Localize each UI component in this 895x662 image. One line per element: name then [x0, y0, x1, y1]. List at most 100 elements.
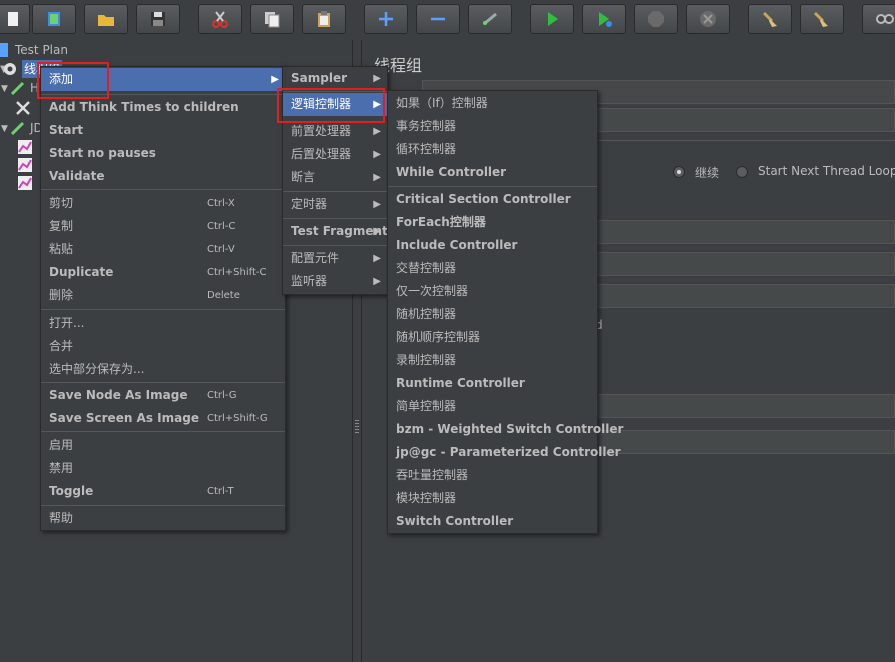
menu-item-validate[interactable]: Validate — [41, 165, 285, 188]
menu-item-start-no-pauses[interactable]: Start no pauses — [41, 142, 285, 165]
start-no-pauses-button[interactable] — [582, 4, 626, 34]
menu-separator — [283, 191, 387, 192]
clear-all-icon — [813, 11, 828, 27]
menu-item-merge[interactable]: 合并 — [41, 335, 285, 358]
tree-expand-arrow-icon[interactable]: ▼ — [1, 124, 8, 134]
menu-item-save-node-image[interactable]: Save Node As Image Ctrl-G — [41, 384, 285, 407]
copy-button[interactable] — [250, 4, 294, 34]
menu-item-help[interactable]: 帮助 — [41, 507, 285, 530]
main-toolbar — [0, 0, 895, 41]
tools-icon — [16, 101, 30, 115]
menu-item-while-controller[interactable]: While Controller — [388, 161, 597, 184]
menu-item-runtime[interactable]: Runtime Controller — [388, 372, 597, 395]
start-icon — [548, 12, 558, 26]
menu-item-recording[interactable]: 录制控制器 — [388, 349, 597, 372]
search-button[interactable] — [862, 4, 895, 34]
save-button[interactable] — [136, 4, 180, 34]
new-button[interactable] — [0, 4, 30, 34]
menu-item-if-controller[interactable]: 如果（If）控制器 — [388, 92, 597, 115]
radio-start-next-loop[interactable] — [736, 166, 748, 178]
menu-item-label: 剪切 — [49, 196, 74, 210]
menu-item-save-screen-image[interactable]: Save Screen As Image Ctrl+Shift-G — [41, 407, 285, 430]
collapse-icon — [431, 17, 445, 21]
menu-item-enable[interactable]: 启用 — [41, 434, 285, 457]
submenu-arrow-icon: ▶ — [373, 253, 381, 264]
menu-item-critical-section[interactable]: Critical Section Controller — [388, 188, 597, 211]
menu-item-sampler[interactable]: Sampler ▶ — [283, 67, 387, 90]
clear-button[interactable] — [748, 4, 792, 34]
new-icon — [8, 12, 18, 26]
menu-item-loop-controller[interactable]: 循环控制器 — [388, 138, 597, 161]
splitter-grip[interactable] — [355, 420, 359, 434]
shortcut-label: Ctrl+Shift-G — [207, 413, 268, 424]
menu-item-bzm-weighted[interactable]: bzm - Weighted Switch Controller — [388, 418, 623, 441]
toggle-icon — [483, 12, 497, 26]
menu-item-random[interactable]: 随机控制器 — [388, 303, 597, 326]
menu-item-start[interactable]: Start — [41, 119, 285, 142]
menu-item-label: 后置处理器 — [291, 147, 352, 161]
menu-item-cut[interactable]: 剪切 Ctrl-X — [41, 192, 285, 215]
menu-item-once-only[interactable]: 仅一次控制器 — [388, 280, 597, 303]
toggle-button[interactable] — [468, 4, 512, 34]
menu-item-assertion[interactable]: 断言 ▶ — [283, 166, 387, 189]
menu-item-module[interactable]: 模块控制器 — [388, 487, 597, 510]
menu-item-switch[interactable]: Switch Controller — [388, 510, 597, 533]
radio-continue[interactable] — [673, 166, 685, 178]
menu-item-open[interactable]: 打开... — [41, 312, 285, 335]
menu-item-random-order[interactable]: 随机顺序控制器 — [388, 326, 597, 349]
menu-item-duplicate[interactable]: Duplicate Ctrl+Shift-C — [41, 261, 285, 284]
menu-item-config-element[interactable]: 配置元件 ▶ — [283, 247, 387, 270]
menu-item-interleave[interactable]: 交替控制器 — [388, 257, 597, 280]
menu-item-paste[interactable]: 粘贴 Ctrl-V — [41, 238, 285, 261]
tree-node-test-plan[interactable]: Test Plan — [15, 41, 68, 59]
menu-item-copy[interactable]: 复制 Ctrl-C — [41, 215, 285, 238]
clear-icon — [762, 11, 777, 27]
start-button[interactable] — [530, 4, 574, 34]
radio-start-next-loop-label: Start Next Thread Loop — [758, 164, 895, 178]
expand-all-button[interactable] — [364, 4, 408, 34]
menu-item-test-fragment[interactable]: Test Fragment ▶ — [283, 220, 388, 243]
menu-item-throughput[interactable]: 吞吐量控制器 — [388, 464, 597, 487]
radio-continue-label: 继续 — [695, 166, 720, 180]
submenu-arrow-icon: ▶ — [373, 199, 381, 210]
shutdown-icon — [700, 11, 716, 27]
open-button[interactable] — [84, 4, 128, 34]
menu-item-jpgc-parameterized[interactable]: jp@gc - Parameterized Controller — [388, 441, 621, 464]
clear-all-button[interactable] — [800, 4, 844, 34]
cut-icon — [212, 11, 228, 28]
menu-item-pre-processor[interactable]: 前置处理器 ▶ — [283, 120, 387, 143]
menu-item-post-processor[interactable]: 后置处理器 ▶ — [283, 143, 387, 166]
stop-button[interactable] — [634, 4, 678, 34]
menu-item-listener[interactable]: 监听器 ▶ — [283, 270, 387, 293]
collapse-all-button[interactable] — [416, 4, 460, 34]
menu-item-simple[interactable]: 简单控制器 — [388, 395, 597, 418]
expand-icon — [379, 12, 393, 26]
tree-expand-arrow-icon[interactable]: ▼ — [1, 84, 8, 94]
menu-item-label: Duplicate — [49, 265, 114, 279]
menu-item-save-selection[interactable]: 选中部分保存为... — [41, 358, 285, 381]
shutdown-button[interactable] — [686, 4, 730, 34]
paste-button[interactable] — [302, 4, 346, 34]
menu-separator — [41, 382, 285, 383]
templates-icon — [48, 12, 60, 26]
menu-item-label: Save Screen As Image — [49, 411, 199, 425]
stop-icon — [648, 11, 664, 27]
shortcut-label: Ctrl-T — [207, 486, 234, 497]
menu-item-foreach[interactable]: ForEach控制器 — [388, 211, 597, 234]
menu-item-delete[interactable]: 删除 Delete — [41, 284, 285, 307]
menu-item-timer[interactable]: 定时器 ▶ — [283, 193, 387, 216]
menu-item-toggle[interactable]: Toggle Ctrl-T — [41, 480, 285, 503]
start-no-pause-icon — [599, 12, 612, 27]
listener-graph-icon — [18, 158, 32, 172]
submenu-arrow-icon: ▶ — [373, 276, 381, 287]
context-menu: 添加 ▶ Add Think Times to children Start St… — [40, 66, 286, 531]
menu-item-add-think-times[interactable]: Add Think Times to children — [41, 96, 285, 119]
menu-item-include[interactable]: Include Controller — [388, 234, 597, 257]
submenu-arrow-icon: ▶ — [373, 126, 381, 137]
cut-button[interactable] — [198, 4, 242, 34]
menu-item-label: 监听器 — [291, 274, 328, 288]
templates-button[interactable] — [32, 4, 76, 34]
menu-item-disable[interactable]: 禁用 — [41, 457, 285, 480]
menu-separator — [41, 189, 285, 190]
menu-item-transaction-controller[interactable]: 事务控制器 — [388, 115, 597, 138]
